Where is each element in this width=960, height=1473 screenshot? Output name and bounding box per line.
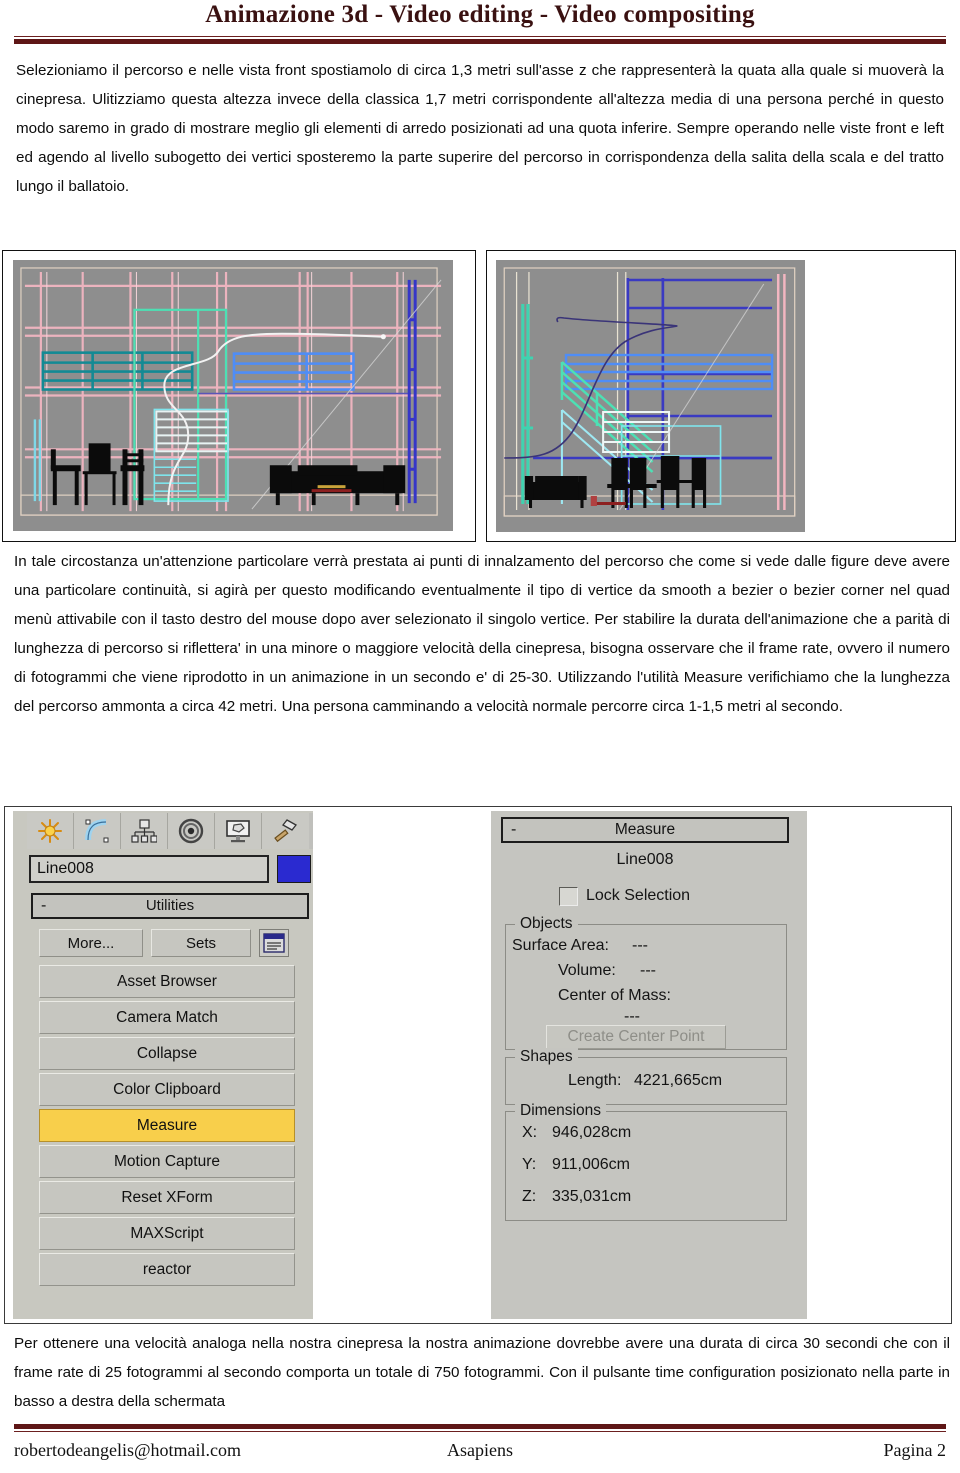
utilities-tab[interactable] xyxy=(262,813,309,849)
motion-capture-button[interactable]: Motion Capture xyxy=(39,1145,295,1178)
utilities-rollout: - Utilities xyxy=(31,893,309,919)
utilities-button-row: More... Sets xyxy=(39,929,307,959)
measure-rollout-title: Measure xyxy=(614,821,676,838)
configure-sets-button[interactable] xyxy=(259,929,289,957)
front-viewport-canvas xyxy=(13,260,453,531)
front-viewport-wireframe xyxy=(13,260,453,531)
left-viewport-wireframe xyxy=(496,260,805,532)
objects-group: Objects Surface Area: --- Volume: --- Ce… xyxy=(505,915,787,1050)
utilities-button-list: Asset Browser Camera Match Collapse Colo… xyxy=(39,965,295,1289)
curve-icon xyxy=(85,819,109,843)
measure-rollout-header[interactable]: - Measure xyxy=(501,817,789,843)
sets-button[interactable]: Sets xyxy=(151,929,251,957)
footer-rule xyxy=(14,1424,946,1432)
measure-collapse-glyph[interactable]: - xyxy=(511,819,516,841)
center-of-mass-label: Center of Mass: xyxy=(558,987,671,1004)
maxscript-button[interactable]: MAXScript xyxy=(39,1217,295,1250)
utilities-collapse-glyph[interactable]: - xyxy=(41,895,46,917)
object-color-swatch[interactable] xyxy=(277,855,311,883)
header-title: Animazione 3d - Video editing - Video co… xyxy=(205,1,755,28)
left-viewport-frame xyxy=(486,250,956,542)
shapes-group: Shapes Length: 4221,665cm xyxy=(505,1048,787,1105)
lock-selection-row[interactable]: Lock Selection xyxy=(559,885,789,907)
dimensions-group-title: Dimensions xyxy=(515,1102,606,1120)
footer-center-text: Asapiens xyxy=(447,1440,513,1460)
shape-length-label: Length: xyxy=(568,1072,622,1089)
measure-object-name: Line008 xyxy=(616,851,674,868)
paragraph-1: Selezioniamo il percorso e nelle vista f… xyxy=(16,62,944,195)
header-rule xyxy=(14,36,946,44)
figure-viewports xyxy=(2,250,956,542)
center-of-mass-value: --- xyxy=(624,1008,640,1025)
lock-selection-label: Lock Selection xyxy=(586,887,691,904)
display-tab[interactable] xyxy=(215,813,262,849)
hierarchy-tab[interactable] xyxy=(121,813,168,849)
motion-tab[interactable] xyxy=(168,813,215,849)
document-page: Animazione 3d - Video editing - Video co… xyxy=(0,0,960,1473)
lock-selection-checkbox[interactable] xyxy=(559,886,578,906)
configure-sets-icon xyxy=(263,933,285,953)
dimension-x-label: X: xyxy=(522,1124,538,1141)
utilities-rollout-header[interactable]: - Utilities xyxy=(31,893,309,919)
dimension-z-label: Z: xyxy=(522,1188,537,1205)
page-footer: robertodeangelis@hotmail.com Asapiens Pa… xyxy=(14,1440,946,1468)
collapse-button[interactable]: Collapse xyxy=(39,1037,295,1070)
asset-browser-button[interactable]: Asset Browser xyxy=(39,965,295,998)
modify-tab[interactable] xyxy=(74,813,121,849)
surface-area-value: --- xyxy=(632,937,648,954)
paragraph-3: Per ottenere una velocità analoga nella … xyxy=(14,1335,950,1410)
paragraph-2: In tale circostanza un'attenzione partic… xyxy=(14,553,950,715)
surface-area-label: Surface Area: xyxy=(512,937,609,954)
left-viewport-canvas xyxy=(496,260,805,532)
object-name-field[interactable]: Line008 xyxy=(29,855,269,883)
reset-xform-button[interactable]: Reset XForm xyxy=(39,1181,295,1214)
star-icon xyxy=(38,819,62,843)
command-panel-tabs xyxy=(27,813,313,849)
page-header: Animazione 3d - Video editing - Video co… xyxy=(0,0,960,40)
wheel-icon xyxy=(178,818,204,844)
front-viewport-frame xyxy=(2,250,476,542)
utilities-rollout-title: Utilities xyxy=(145,897,195,914)
object-name-row: Line008 xyxy=(29,855,313,885)
shapes-group-title: Shapes xyxy=(515,1048,578,1066)
volume-value: --- xyxy=(640,962,656,979)
monitor-icon xyxy=(226,820,250,843)
command-panel-left: Line008 - Utilities More... Sets Asset B… xyxy=(13,811,313,1319)
objects-group-title: Objects xyxy=(515,915,578,933)
dimension-y-label: Y: xyxy=(522,1156,537,1173)
dimension-y-value: 911,006cm xyxy=(552,1156,630,1173)
camera-match-button[interactable]: Camera Match xyxy=(39,1001,295,1034)
measure-panel: - Measure Line008 Lock Selection Objects… xyxy=(491,811,807,1319)
reactor-button[interactable]: reactor xyxy=(39,1253,295,1286)
dimension-z-value: 335,031cm xyxy=(552,1188,632,1205)
create-center-point-button[interactable]: Create Center Point xyxy=(546,1025,726,1049)
volume-label: Volume: xyxy=(558,962,616,979)
more-button[interactable]: More... xyxy=(39,929,143,957)
measure-button[interactable]: Measure xyxy=(39,1109,295,1142)
footer-page-number: Pagina 2 xyxy=(883,1440,947,1460)
hammer-icon xyxy=(273,819,297,843)
create-tab[interactable] xyxy=(27,813,74,849)
dimensions-group: Dimensions X: 946,028cm Y: 911,006cm Z: … xyxy=(505,1102,787,1221)
hierarchy-icon xyxy=(131,819,157,843)
shape-length-value: 4221,665cm xyxy=(634,1072,723,1089)
figure-max-panels: Line008 - Utilities More... Sets Asset B… xyxy=(4,806,952,1324)
dimension-x-value: 946,028cm xyxy=(552,1124,632,1141)
color-clipboard-button[interactable]: Color Clipboard xyxy=(39,1073,295,1106)
